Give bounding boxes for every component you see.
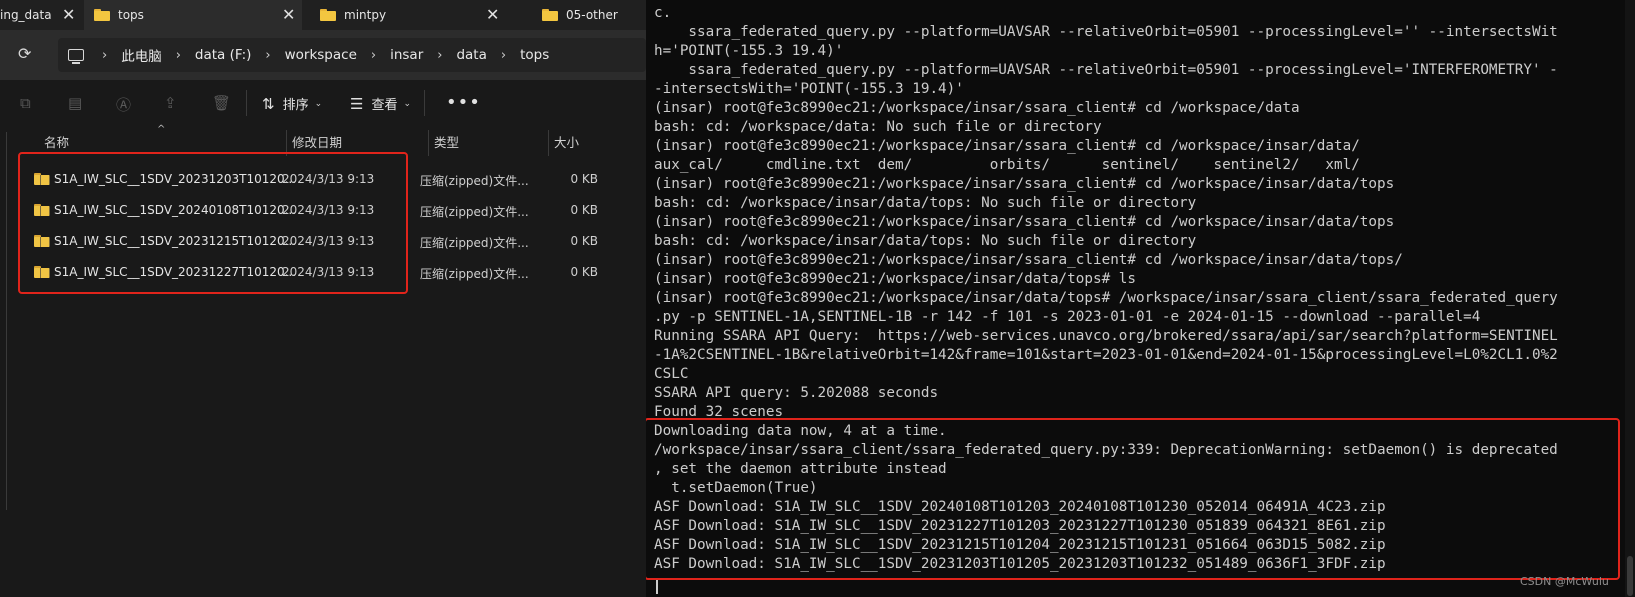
terminal-window[interactable]: c. ssara_federated_query.py --platform=U… [646,0,1635,597]
tab-label: 05-other [566,8,618,22]
breadcrumb[interactable]: › 此电脑 › data (F:) › workspace › insar › … [58,38,646,72]
column-header-size[interactable]: 大小 [554,132,579,154]
highlight-box-files [18,152,408,294]
chevron-down-icon: ⌄ [403,98,412,109]
folder-icon [542,9,558,21]
breadcrumb-this-pc[interactable]: 此电脑 [121,45,162,65]
breadcrumb-tops[interactable]: tops [520,47,549,63]
file-type: 压缩(zipped)文件... [420,205,529,219]
tab-bar: ing_data ✕ tops ✕ mintpy ✕ 05-other [0,0,646,30]
terminal-line: (insar) root@fe3c8990ec21:/workspace/ins… [654,271,1137,287]
share-icon[interactable]: ⇪ [164,94,180,112]
terminal-line: c. [654,5,672,21]
rename-icon[interactable]: Ⓐ [116,94,132,114]
terminal-cursor [656,578,658,594]
file-type: 压缩(zipped)文件... [420,174,529,188]
highlight-box-downloads [646,418,1620,580]
refresh-icon[interactable]: ⟳ [18,44,31,63]
copy-icon[interactable]: ⧉ [20,94,36,112]
terminal-line: h='POINT(-155.3 19.4)' [654,43,844,59]
close-icon[interactable]: ✕ [62,5,75,24]
sort-label: 排序 [282,98,309,113]
watermark: CSDN @McWulu [1520,575,1609,588]
breadcrumb-data-drive[interactable]: data (F:) [195,47,252,63]
file-size: 0 KB [570,203,598,217]
toolbar-divider [424,90,425,116]
tab-05-other[interactable]: 05-other [518,0,646,30]
scrollbar-thumb[interactable] [1627,556,1633,596]
column-divider[interactable] [548,130,549,156]
terminal-line: (insar) root@fe3c8990ec21:/workspace/ins… [654,138,1360,154]
tab-label: ing_data [0,8,52,22]
terminal-line: SSARA API query: 5.202088 seconds [654,385,939,401]
tab-mintpy[interactable]: mintpy ✕ [302,0,518,30]
folder-icon [320,9,336,21]
column-header-date[interactable]: 修改日期 [292,132,342,154]
tab-label: tops [118,8,144,22]
terminal-line: bash: cd: /workspace/data: No such file … [654,119,1102,135]
computer-icon [68,49,84,64]
view-list-icon: ☰ [350,94,364,113]
chevron-right-icon[interactable]: › [501,48,506,63]
view-label: 查看 [371,98,398,113]
nav-pane-border [6,132,7,510]
column-divider[interactable] [428,130,429,156]
paste-icon[interactable]: ▤ [68,94,84,112]
terminal-line: (insar) root@fe3c8990ec21:/workspace/ins… [654,100,1300,116]
chevron-right-icon[interactable]: › [265,48,270,63]
terminal-line: (insar) root@fe3c8990ec21:/workspace/ins… [654,214,1395,230]
sort-icon: ⇅ [262,94,275,113]
column-header-type[interactable]: 类型 [434,132,459,154]
close-icon[interactable]: ✕ [486,5,499,24]
terminal-line: (insar) root@fe3c8990ec21:/workspace/ins… [654,290,1558,306]
terminal-line: .py -p SENTINEL-1A,SENTINEL-1B -r 142 -f… [654,309,1481,325]
command-bar: ⧉ ▤ Ⓐ ⇪ 🗑 ⇅ 排序 ⌄ ☰ 查看 ⌄ [0,80,646,126]
chevron-right-icon[interactable]: › [437,48,442,63]
terminal-scrollbar[interactable] [1625,0,1635,597]
view-button[interactable]: ☰ 查看 ⌄ [350,94,412,114]
chevron-right-icon[interactable]: › [102,48,107,63]
terminal-line: ssara_federated_query.py --platform=UAVS… [654,24,1558,40]
terminal-line: CSLC [654,366,689,382]
tab-label: mintpy [344,8,387,22]
terminal-line: bash: cd: /workspace/insar/data/tops: No… [654,195,1197,211]
sort-button[interactable]: ⇅ 排序 ⌄ [262,94,323,114]
address-bar-row: ⟳ › 此电脑 › data (F:) › workspace › insar … [0,30,646,80]
file-type: 压缩(zipped)文件... [420,267,529,281]
breadcrumb-data[interactable]: data [456,47,486,63]
terminal-line: -intersectsWith='POINT(-155.3 19.4)' [654,81,964,97]
terminal-line: Running SSARA API Query: https://web-ser… [654,328,1558,344]
tab-tops[interactable]: tops ✕ [84,0,302,30]
breadcrumb-workspace[interactable]: workspace [285,47,357,63]
delete-icon[interactable]: 🗑 [212,94,231,112]
chevron-right-icon[interactable]: › [176,48,181,63]
file-size: 0 KB [570,234,598,248]
terminal-line: (insar) root@fe3c8990ec21:/workspace/ins… [654,252,1403,268]
file-size: 0 KB [570,172,598,186]
terminal-line: (insar) root@fe3c8990ec21:/workspace/ins… [654,176,1395,192]
terminal-line: aux_cal/ cmdline.txt dem/ orbits/ sentin… [654,157,1360,173]
sort-up-icon: ^ [157,124,166,135]
terminal-line: ssara_federated_query.py --platform=UAVS… [654,62,1558,78]
chevron-right-icon[interactable]: › [371,48,376,63]
toolbar-divider [246,90,247,116]
close-icon[interactable]: ✕ [282,5,295,24]
column-header-name[interactable]: 名称 [44,132,69,154]
folder-icon [94,9,110,21]
file-size: 0 KB [570,265,598,279]
chevron-down-icon: ⌄ [314,98,323,109]
tab-ing-data[interactable]: ing_data ✕ [0,0,84,30]
terminal-line: -1A%2CSENTINEL-1B&relativeOrbit=142&fram… [654,347,1558,363]
terminal-line: bash: cd: /workspace/insar/data/tops: No… [654,233,1197,249]
more-options-icon[interactable]: ••• [446,92,481,113]
breadcrumb-insar[interactable]: insar [390,47,423,63]
file-explorer-window: ing_data ✕ tops ✕ mintpy ✕ 05-other ⟳ › … [0,0,646,597]
file-type: 压缩(zipped)文件... [420,236,529,250]
